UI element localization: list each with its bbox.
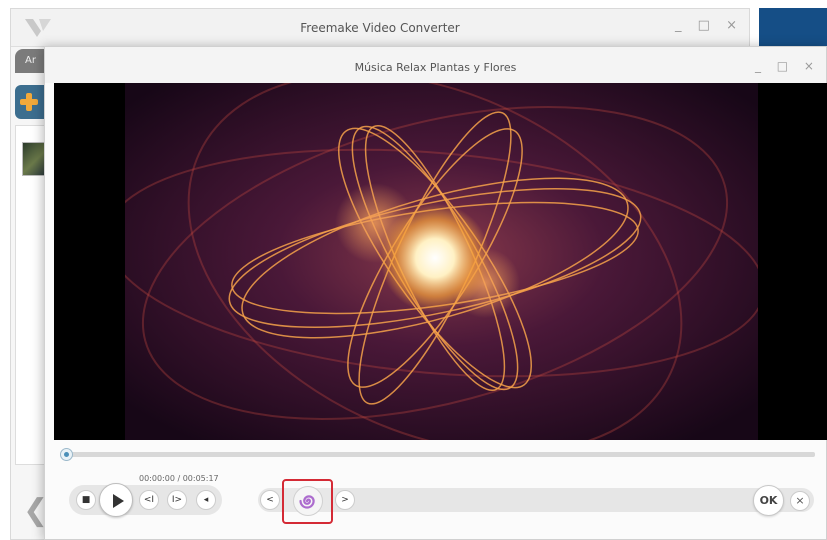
close-icon[interactable]: × [790, 491, 810, 511]
video-frame [125, 83, 758, 440]
player-titlebar: Música Relax Plantas y Flores _ □ × [45, 47, 826, 83]
frame-back-button[interactable]: <I [139, 490, 159, 510]
player-window-controls[interactable]: _ □ × [755, 59, 820, 73]
main-window-title: Freemake Video Converter [300, 21, 460, 35]
main-titlebar: Freemake Video Converter _ □ × [11, 9, 749, 47]
ok-button[interactable]: OK [753, 485, 784, 516]
stop-button[interactable]: ■ [76, 490, 96, 510]
frame-forward-button[interactable]: I> [167, 490, 187, 510]
video-viewport[interactable] [54, 83, 827, 440]
effect-prev-button[interactable]: < [260, 490, 280, 510]
plus-icon [20, 93, 38, 111]
effect-next-button[interactable]: > [335, 490, 355, 510]
seek-bar[interactable] [66, 452, 815, 457]
time-display: 00:00:00 / 00:05:17 [139, 474, 219, 483]
player-title: Música Relax Plantas y Flores [354, 61, 517, 74]
playback-controls: ■ <I I> ◂ [69, 483, 222, 517]
seek-handle[interactable] [60, 448, 73, 461]
effect-selection-highlight [282, 479, 333, 524]
accent-panel [759, 8, 827, 46]
play-button[interactable] [99, 483, 133, 517]
effects-strip: < > [258, 488, 814, 512]
player-window: Música Relax Plantas y Flores _ □ × 00:0… [44, 46, 827, 540]
main-window-controls[interactable]: _ □ × [675, 18, 743, 33]
volume-button[interactable]: ◂ [196, 490, 216, 510]
